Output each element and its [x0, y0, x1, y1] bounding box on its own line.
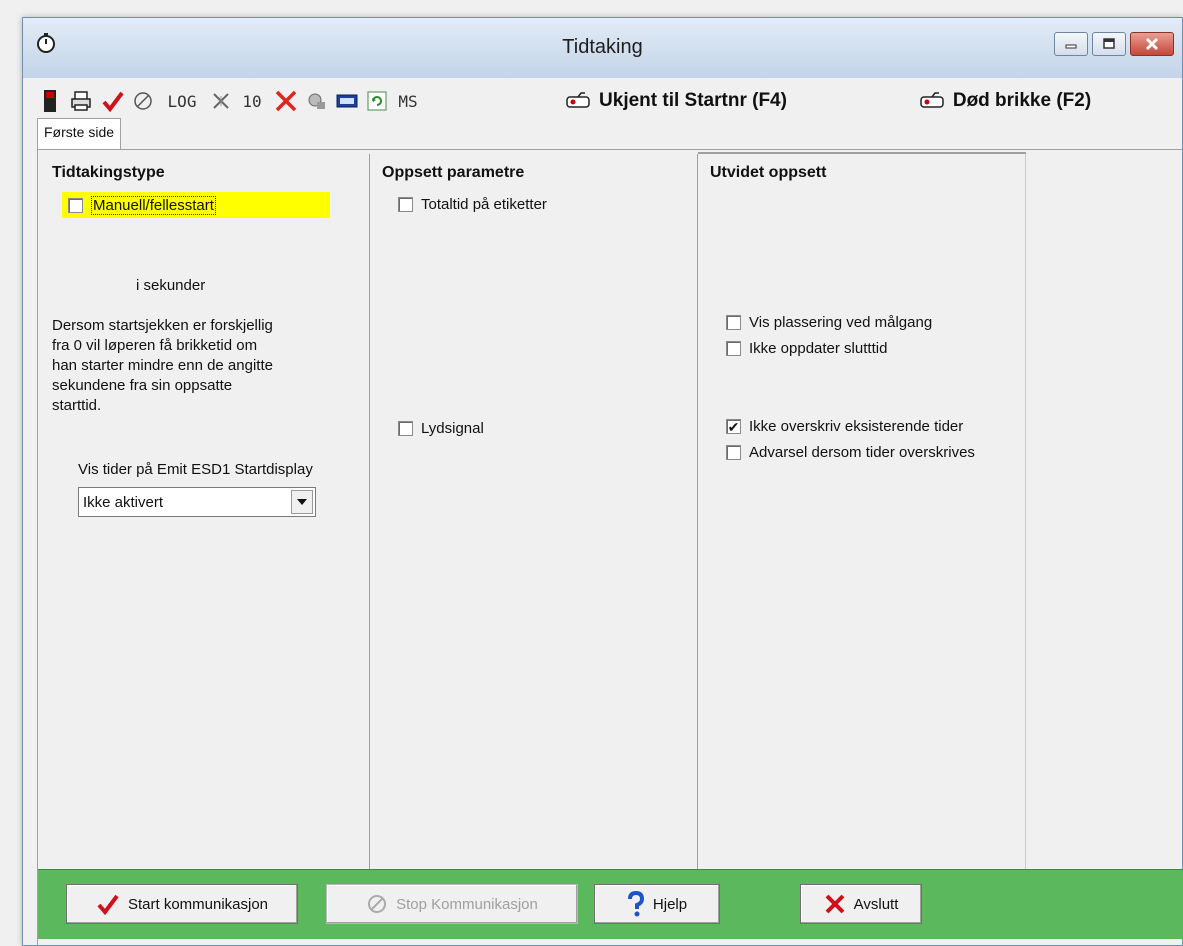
oppsett-parametre-heading: Oppsett parametre [382, 164, 525, 181]
tidtakingstype-column: Tidtakingstype Manuell/fellesstart i sek… [40, 154, 370, 869]
avslutt-label: Avslutt [853, 895, 899, 913]
tidtaking-window: Tidtaking LOG 10 MS Ukjent til Startnr (… [22, 17, 1183, 946]
phone-button[interactable] [303, 86, 331, 116]
red-x-icon [825, 894, 845, 914]
display-button[interactable] [333, 86, 361, 116]
window-title: Tidtaking [562, 36, 643, 58]
prohibited-icon [134, 92, 152, 110]
vis-plassering-checkbox[interactable] [726, 315, 741, 330]
check-icon [102, 91, 124, 112]
advarsel-checkbox-row[interactable]: Advarsel dersom tider overskrives [726, 444, 975, 461]
runner-card-icon [920, 92, 944, 108]
cancel-toolbar-button[interactable] [129, 86, 157, 116]
log-button[interactable]: LOG [159, 86, 205, 116]
totaltid-checkbox[interactable] [398, 197, 413, 212]
description-line: sekundene fra sin oppsatte [52, 377, 233, 394]
column-divider [698, 152, 1026, 154]
print-button[interactable] [67, 86, 95, 116]
tab-panel: Tidtakingstype Manuell/fellesstart i sek… [37, 149, 1183, 946]
runner-card-icon [566, 92, 590, 108]
ikke-oppdater-checkbox[interactable] [726, 341, 741, 356]
ten-button[interactable]: 10 [237, 86, 267, 116]
stop-kommunikasjon-button[interactable]: Stop Kommunikasjon [326, 884, 578, 924]
description-line: fra 0 vil løperen få brikketid om [52, 337, 258, 354]
dod-brikke-label: Død brikke (F2) [952, 90, 1092, 111]
lydsignal-checkbox[interactable] [398, 421, 413, 436]
hjelp-button[interactable]: Hjelp [594, 884, 720, 924]
totaltid-label: Totaltid på etiketter [421, 196, 547, 213]
avslutt-button[interactable]: Avslutt [800, 884, 922, 924]
tab-forste-side[interactable]: Første side [37, 118, 122, 149]
refresh-button[interactable] [363, 86, 391, 116]
maximize-icon [1103, 38, 1115, 49]
check-icon [97, 894, 119, 915]
startdisplay-label: Vis tider på Emit ESD1 Startdisplay [78, 461, 313, 478]
startsjekk-description: Dersom startsjekken er forskjellig fra 0… [52, 316, 362, 416]
delete-button[interactable] [271, 86, 301, 116]
dod-brikke-button[interactable]: Død brikke (F2) [895, 86, 1115, 116]
device-icon [44, 90, 56, 112]
vis-plassering-label: Vis plassering ved målgang [749, 314, 933, 331]
minimize-button[interactable] [1054, 32, 1088, 56]
sekunder-label: i sekunder [136, 277, 206, 294]
totaltid-checkbox-row[interactable]: Totaltid på etiketter [398, 196, 547, 213]
chevron-down-icon [297, 499, 307, 505]
red-x-icon [275, 90, 297, 112]
prohibited-icon [368, 895, 387, 913]
close-button[interactable] [1130, 32, 1174, 56]
oppsett-parametre-column: Oppsett parametre Totaltid på etiketter … [370, 154, 698, 869]
maximize-button[interactable] [1092, 32, 1126, 56]
lydsignal-checkbox-row[interactable]: Lydsignal [398, 420, 484, 437]
toolbar: LOG 10 MS Ukjent til Startnr (F4) Død br… [23, 78, 1182, 124]
question-mark-icon [627, 891, 644, 917]
check-button[interactable] [99, 86, 127, 116]
utvidet-oppsett-column: Utvidet oppsett Vis plassering ved målga… [698, 154, 1026, 869]
lydsignal-label: Lydsignal [421, 420, 484, 437]
close-icon [1145, 38, 1159, 50]
ikke-oppdater-label: Ikke oppdater slutttid [749, 340, 888, 357]
title-bar: Tidtaking [23, 18, 1182, 78]
vis-plassering-checkbox-row[interactable]: Vis plassering ved målgang [726, 314, 932, 331]
bottom-button-bar: Start kommunikasjon Stop Kommunikasjon H… [38, 869, 1183, 939]
ikke-overskriv-label: Ikke overskriv eksisterende tider [749, 418, 964, 435]
hjelp-label: Hjelp [652, 895, 688, 913]
sportident-button[interactable] [39, 86, 61, 116]
ukjent-startnr-label: Ukjent til Startnr (F4) [599, 90, 787, 111]
refresh-icon [367, 91, 387, 111]
printer-icon [71, 91, 91, 111]
phone-icon [308, 93, 325, 109]
ms-button[interactable]: MS [393, 86, 423, 116]
dropdown-arrow[interactable] [291, 490, 313, 514]
ikke-overskriv-checkbox[interactable]: ✔ [726, 419, 741, 434]
manuell-checkbox-row[interactable]: Manuell/fellesstart [68, 196, 216, 215]
utvidet-oppsett-heading: Utvidet oppsett [710, 164, 827, 181]
tab-strip: Første side [37, 118, 122, 150]
tidtakingstype-heading: Tidtakingstype [52, 164, 165, 181]
display-icon [336, 94, 358, 108]
ukjent-startnr-button[interactable]: Ukjent til Startnr (F4) [541, 86, 811, 116]
startdisplay-value: Ikke aktivert [83, 493, 164, 511]
description-line: starttid. [52, 397, 102, 414]
ikke-overskriv-checkbox-row[interactable]: ✔ Ikke overskriv eksisterende tider [726, 418, 963, 435]
stop-kommunikasjon-label: Stop Kommunikasjon [396, 895, 538, 913]
manuell-checkbox[interactable] [68, 198, 83, 213]
crossed-tools-icon [213, 93, 229, 109]
tools-button[interactable] [207, 86, 235, 116]
ikke-oppdater-checkbox-row[interactable]: Ikke oppdater slutttid [726, 340, 887, 357]
manuell-label: Manuell/fellesstart [91, 196, 216, 215]
start-kommunikasjon-button[interactable]: Start kommunikasjon [66, 884, 298, 924]
minimize-icon [1065, 44, 1077, 49]
description-line: Dersom startsjekken er forskjellig [52, 317, 273, 334]
start-kommunikasjon-label: Start kommunikasjon [127, 895, 269, 913]
description-line: han starter mindre enn de angitte [52, 357, 273, 374]
advarsel-label: Advarsel dersom tider overskrives [749, 444, 975, 461]
startdisplay-select[interactable]: Ikke aktivert [78, 487, 316, 517]
advarsel-checkbox[interactable] [726, 445, 741, 460]
